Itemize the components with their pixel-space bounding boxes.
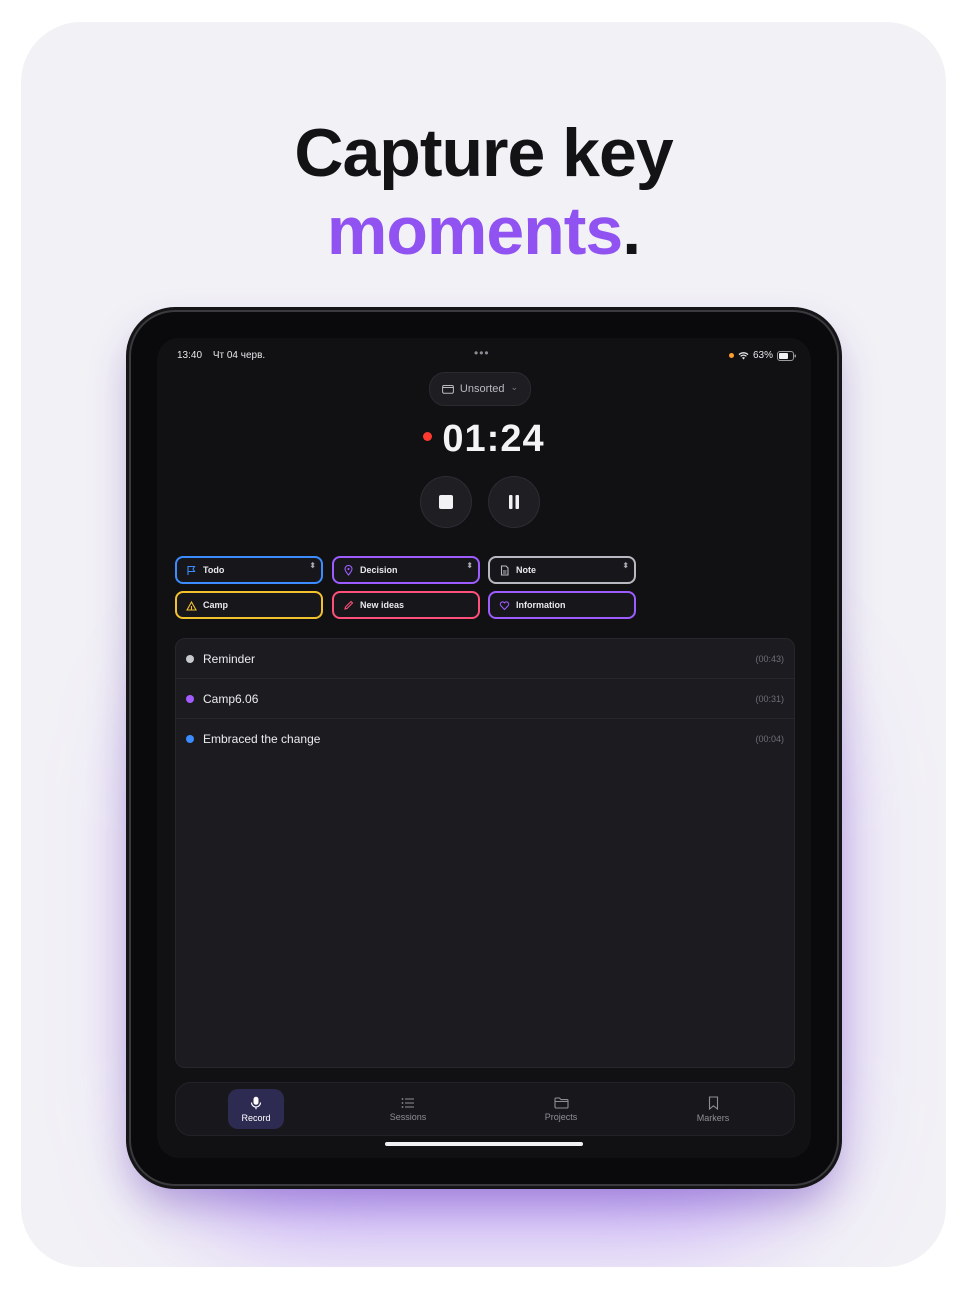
tab-label: Record <box>241 1112 271 1123</box>
headline-line-2: moments. <box>21 192 946 270</box>
project-selector-label: Unsorted <box>459 383 505 395</box>
camp-icon <box>185 599 197 611</box>
app-screen: 13:40 Чт 04 черв. ••• 63% Unsorted ⌄ 01:… <box>157 338 811 1158</box>
tab-bar: Record Sessions Projects Markers <box>175 1082 795 1136</box>
list-item-time: (00:31) <box>755 693 784 704</box>
pinned-icon: ⬍ <box>466 561 473 570</box>
tab-record[interactable]: Record <box>228 1089 284 1129</box>
marker-color-dot <box>186 694 194 703</box>
list-item[interactable]: Camp6.06 (00:31) <box>176 679 794 719</box>
multitasking-dots-icon[interactable]: ••• <box>474 346 490 360</box>
list-item-label: Camp6.06 <box>203 691 259 706</box>
home-indicator[interactable] <box>385 1142 583 1146</box>
status-bar-right: 63% <box>728 350 797 361</box>
list-item-time: (00:43) <box>755 653 784 664</box>
marker-label: Decision <box>360 565 398 575</box>
headline-line-1: Capture key <box>294 115 673 191</box>
status-time: 13:40 <box>177 350 203 361</box>
marker-label: Information <box>516 600 566 610</box>
pause-button[interactable] <box>488 476 540 528</box>
tab-markers[interactable]: Markers <box>685 1089 741 1129</box>
battery-icon <box>777 350 796 361</box>
tab-sessions[interactable]: Sessions <box>380 1089 436 1129</box>
pause-icon <box>509 495 519 509</box>
folder-icon <box>442 385 454 394</box>
pencil-icon <box>342 599 354 611</box>
mic-indicator-icon <box>728 353 734 358</box>
heart-icon <box>498 599 510 611</box>
marker-color-dot <box>186 654 194 663</box>
list-item-time: (00:04) <box>755 733 784 744</box>
tab-label: Markers <box>696 1112 730 1123</box>
list-item[interactable]: Reminder (00:43) <box>176 639 794 679</box>
stop-icon <box>439 495 453 509</box>
status-bar-left: 13:40 Чт 04 черв. <box>177 350 265 361</box>
battery-percent: 63% <box>752 350 773 361</box>
mic-icon <box>250 1096 262 1109</box>
list-item-label: Embraced the change <box>203 731 321 746</box>
folder-icon <box>553 1096 569 1109</box>
recording-dot-icon <box>423 432 433 442</box>
bookmark-icon <box>708 1095 718 1110</box>
flag-icon <box>185 564 197 576</box>
marker-label: Camp <box>203 600 229 610</box>
list-item[interactable]: Embraced the change (00:04) <box>176 719 794 758</box>
marker-information[interactable]: Information <box>488 591 636 619</box>
tablet-device: 13:40 Чт 04 черв. ••• 63% Unsorted ⌄ 01:… <box>131 312 837 1184</box>
pinned-icon: ⬍ <box>309 561 316 570</box>
headline: Capture key moments. <box>21 114 946 270</box>
marker-new-ideas[interactable]: New ideas <box>332 591 480 619</box>
marker-label: Note <box>516 565 536 575</box>
tab-label: Projects <box>544 1111 578 1122</box>
marker-todo[interactable]: Todo ⬍ <box>175 556 323 584</box>
marker-decision[interactable]: Decision ⬍ <box>332 556 480 584</box>
list-item-label: Reminder <box>203 651 256 666</box>
pin-icon <box>342 564 354 576</box>
marker-note[interactable]: Note ⬍ <box>488 556 636 584</box>
wifi-icon <box>738 352 749 360</box>
tab-label: Sessions <box>389 1111 427 1122</box>
promo-card: Capture key moments. 13:40 Чт 04 черв. •… <box>21 22 946 1267</box>
recording-timer: 01:24 <box>157 418 811 461</box>
tab-projects[interactable]: Projects <box>533 1089 589 1129</box>
timer-value: 01:24 <box>442 418 545 460</box>
marker-label: Todo <box>203 565 225 575</box>
status-date: Чт 04 черв. <box>212 350 266 361</box>
chevron-down-icon: ⌄ <box>510 381 519 392</box>
pinned-icon: ⬍ <box>622 561 629 570</box>
marker-camp[interactable]: Camp <box>175 591 323 619</box>
marker-label: New ideas <box>360 600 405 610</box>
headline-accent: moments <box>326 193 623 269</box>
list-icon <box>401 1097 414 1108</box>
stop-button[interactable] <box>420 476 472 528</box>
session-marker-list: Reminder (00:43) Camp6.06 (00:31) Embrac… <box>175 638 795 1068</box>
project-selector[interactable]: Unsorted ⌄ <box>429 372 531 406</box>
marker-color-dot <box>186 734 194 743</box>
headline-period: . <box>622 193 641 269</box>
note-icon <box>498 564 510 576</box>
